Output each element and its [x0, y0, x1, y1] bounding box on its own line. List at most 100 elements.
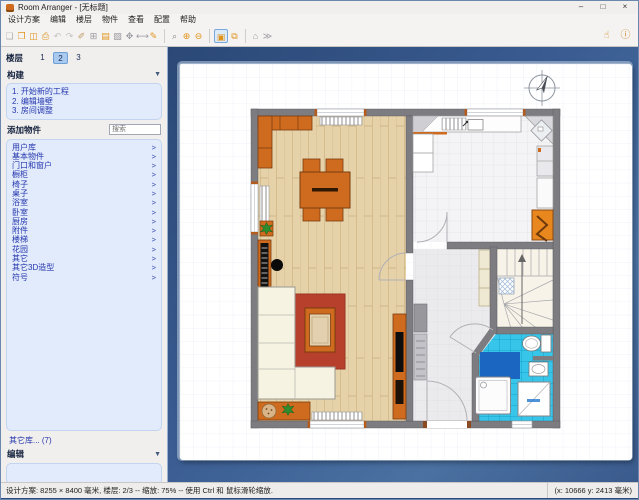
status-bar: 设计方案: 8255 × 8400 毫米, 楼层: 2/3 -- 缩放: 75%…: [1, 482, 638, 498]
chevron-right-icon: >: [152, 180, 156, 189]
window-title: Room Arranger - [无标题]: [18, 1, 108, 14]
boiler-cabinet[interactable]: [532, 210, 553, 241]
floor-button[interactable]: 1: [35, 52, 50, 64]
toolbar-button-undo[interactable]: ↶: [52, 29, 63, 43]
toolbar-button-info[interactable]: ⓘ: [620, 29, 631, 43]
edit-section-header[interactable]: 编辑 ▼: [7, 448, 161, 461]
toolbar-separator: [241, 29, 246, 43]
close-button[interactable]: ×: [614, 1, 636, 14]
side-table[interactable]: [258, 402, 310, 420]
toolbar-button-redo[interactable]: ↷: [64, 29, 75, 43]
bathroom-sink[interactable]: [529, 362, 548, 376]
toolbar-button-zoom-in[interactable]: ⊕: [181, 29, 192, 43]
object-category[interactable]: 浴室>: [12, 198, 156, 207]
floor-button[interactable]: 2: [53, 52, 68, 64]
toolbar-button-fast-walk[interactable]: ≫: [262, 29, 273, 43]
collapse-caret-icon[interactable]: ▼: [154, 451, 161, 458]
collapse-caret-icon[interactable]: ▼: [154, 71, 161, 78]
search-input[interactable]: [109, 124, 161, 135]
floor-button[interactable]: 3: [71, 52, 86, 64]
floor-plan[interactable]: [180, 64, 632, 460]
coffee-table[interactable]: [305, 308, 335, 352]
toolbar-button-zoom-selection[interactable]: ⌕: [169, 29, 180, 43]
toolbar-button-move[interactable]: ✥: [124, 29, 135, 43]
object-category[interactable]: 卧室>: [12, 208, 156, 217]
toolbar-button-open[interactable]: ❒: [16, 29, 27, 43]
toolbar-button-dimension[interactable]: ⟷: [136, 29, 147, 43]
chevron-right-icon: >: [152, 161, 156, 170]
chevron-right-icon: >: [152, 198, 156, 207]
toilet[interactable]: [523, 335, 552, 352]
chevron-right-icon: >: [152, 226, 156, 235]
status-text: 设计方案: 8255 × 8400 毫米, 楼层: 2/3 -- 缩放: 75%…: [1, 485, 547, 496]
object-category[interactable]: 厨房>: [12, 217, 156, 226]
chair: [326, 208, 343, 221]
object-category[interactable]: 其它>: [12, 254, 156, 263]
toolbar-button-view-3d[interactable]: ▣: [214, 29, 228, 43]
kitchen-tall-units-left[interactable]: [413, 134, 433, 172]
plan-page[interactable]: [179, 63, 631, 459]
build-step-link[interactable]: 2. 编辑墙壁: [12, 97, 156, 107]
menu-bar: 设计方案编辑楼层物件查看配置帮助: [1, 14, 638, 25]
menu-item[interactable]: 编辑: [45, 14, 71, 25]
minimize-button[interactable]: –: [570, 1, 592, 14]
stair-void-hatch: [499, 278, 514, 294]
object-category[interactable]: 用户库>: [12, 143, 156, 152]
app-icon: [6, 4, 14, 12]
toolbar-button-zoom-out[interactable]: ⊖: [193, 29, 204, 43]
window-bottom-living: [308, 421, 367, 428]
floors-label: 楼层: [6, 52, 23, 64]
chevron-right-icon: >: [152, 217, 156, 226]
drawing-canvas[interactable]: [168, 47, 639, 482]
menu-item[interactable]: 配置: [149, 14, 175, 25]
build-section-header[interactable]: 构建 ▼: [7, 68, 161, 81]
chevron-right-icon: >: [152, 254, 156, 263]
object-category[interactable]: 花园>: [12, 245, 156, 254]
bath-mat[interactable]: [480, 352, 520, 379]
shower-tray[interactable]: [476, 377, 511, 414]
chevron-right-icon: >: [152, 170, 156, 179]
object-category[interactable]: 椅子>: [12, 180, 156, 189]
understair-closet[interactable]: [479, 250, 490, 306]
hall-cabinet[interactable]: [414, 304, 427, 380]
build-step-link[interactable]: 3. 房间调整: [12, 106, 156, 116]
door-jamb: [423, 421, 427, 428]
chevron-right-icon: >: [152, 208, 156, 217]
menu-item[interactable]: 帮助: [175, 14, 201, 25]
more-libraries-link[interactable]: 其它库... (7): [9, 435, 159, 446]
toolbar-button-save[interactable]: ◫: [28, 29, 39, 43]
tv-cabinet[interactable]: [393, 314, 406, 419]
object-category[interactable]: 附件>: [12, 226, 156, 235]
object-category[interactable]: 基本物件>: [12, 152, 156, 161]
toolbar-button-print[interactable]: ⎙: [40, 29, 51, 43]
toolbar-button-edit-plan[interactable]: ⊞: [88, 29, 99, 43]
toolbar-button-draw-wall[interactable]: ▤: [100, 29, 111, 43]
bowl: [262, 404, 276, 418]
maximize-button[interactable]: □: [592, 1, 614, 14]
menu-item[interactable]: 物件: [97, 14, 123, 25]
object-category[interactable]: 桌子>: [12, 189, 156, 198]
toolbar-button-pointer-mode[interactable]: ☝: [601, 29, 612, 43]
object-category[interactable]: 楼梯>: [12, 235, 156, 244]
toolbar-button-objects-3d[interactable]: ⧉: [229, 29, 240, 43]
object-category[interactable]: 橱柜>: [12, 170, 156, 179]
menu-item[interactable]: 楼层: [71, 14, 97, 25]
menu-item[interactable]: 查看: [123, 14, 149, 25]
object-category[interactable]: 门口和窗户>: [12, 161, 156, 170]
bookcase[interactable]: [258, 240, 271, 290]
toolbar-button-format-brush[interactable]: ✐: [76, 29, 87, 43]
toolbar-button-new[interactable]: ❏: [4, 29, 15, 43]
potted-plant[interactable]: [260, 221, 273, 236]
menu-item[interactable]: 设计方案: [3, 14, 45, 25]
toolbar-button-select[interactable]: ▧: [112, 29, 123, 43]
object-category[interactable]: 符号>: [12, 273, 156, 282]
toolbar-separator: [160, 29, 165, 43]
toolbar-button-draw[interactable]: ✎: [148, 29, 159, 43]
build-step-link[interactable]: 1. 开始新的工程: [12, 87, 156, 97]
chevron-right-icon: >: [152, 152, 156, 161]
toolbar-button-walkthrough[interactable]: ⌂: [250, 29, 261, 43]
toolbar: ❏❒◫⎙↶↷✐⊞▤▧✥⟷✎ ⌕⊕⊖ ▣⧉ ⌂≫ ☝ ⓘ: [1, 25, 638, 47]
stool[interactable]: [271, 259, 283, 271]
washing-machine[interactable]: [518, 382, 550, 416]
object-category[interactable]: 其它3D造型>: [12, 263, 156, 272]
